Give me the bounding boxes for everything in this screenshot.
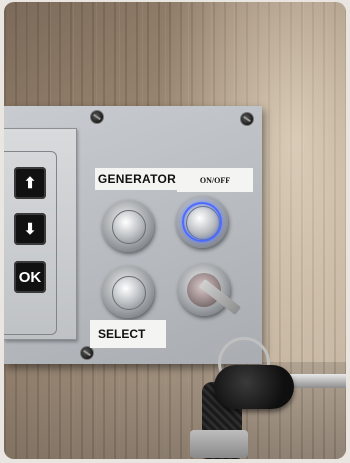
button-face: [112, 276, 146, 310]
select-button[interactable]: [102, 266, 154, 318]
ok-button[interactable]: OK: [14, 261, 46, 293]
photo-frame: GENERATOR ON/OFF SELECT ⬆ ⬇ OK: [4, 2, 346, 459]
generator-button[interactable]: [102, 200, 154, 252]
generator-label: GENERATOR: [95, 168, 179, 190]
arrow-up-button[interactable]: ⬆: [14, 167, 46, 199]
screw-icon: [240, 112, 254, 126]
spare-key: [190, 430, 248, 458]
button-face: [112, 210, 146, 244]
blue-led-ring-icon: [182, 202, 222, 242]
screw-icon: [90, 110, 104, 124]
keypad-module: ⬆ ⬇ OK: [4, 128, 77, 340]
select-label: SELECT: [90, 320, 166, 348]
on-off-label: ON/OFF: [177, 168, 253, 192]
screw-icon: [80, 346, 94, 360]
on-off-button[interactable]: [176, 196, 228, 248]
arrow-down-button[interactable]: ⬇: [14, 213, 46, 245]
key-fob: [214, 365, 294, 409]
